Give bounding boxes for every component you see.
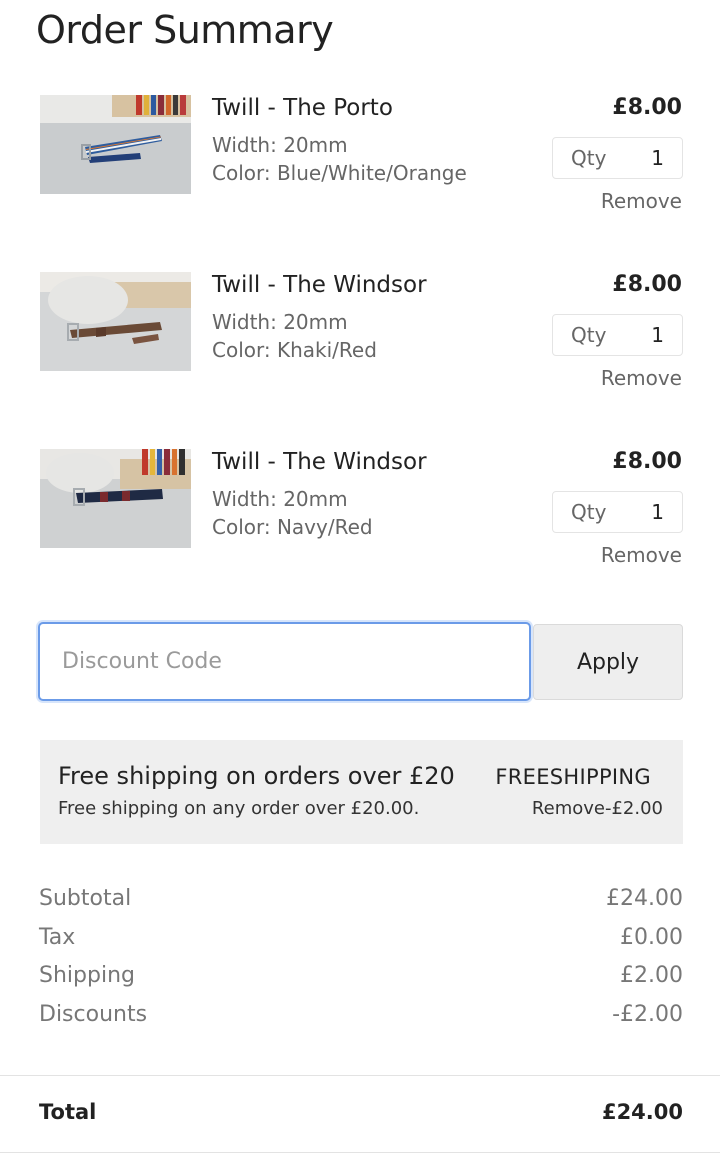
cart-item: Twill - The Windsor Width: 20mm Color: N… [0, 449, 720, 589]
tax-row: Tax £0.00 [39, 925, 683, 955]
shipping-value: £2.00 [620, 963, 683, 988]
applied-promotion: Free shipping on orders over £20 FREESHI… [40, 740, 683, 844]
promo-actions: Remove-£2.00 [532, 798, 663, 819]
item-price: £8.00 [612, 95, 682, 120]
divider [0, 1152, 720, 1153]
cart-item: Twill - The Windsor Width: 20mm Color: K… [0, 272, 720, 412]
qty-label: Qty [571, 500, 607, 524]
item-width: Width: 20mm [212, 133, 348, 157]
item-price: £8.00 [612, 449, 682, 474]
promo-code: FREESHIPPING [495, 765, 651, 789]
quantity-field[interactable]: Qty 1 [552, 314, 683, 356]
product-image [40, 95, 191, 194]
discounts-value: -£2.00 [612, 1002, 683, 1027]
shipping-row: Shipping £2.00 [39, 963, 683, 993]
tax-value: £0.00 [620, 925, 683, 950]
shipping-label: Shipping [39, 963, 135, 988]
item-color: Color: Blue/White/Orange [212, 161, 467, 185]
remove-item-link[interactable]: Remove [601, 189, 682, 213]
page-title: Order Summary [36, 8, 334, 52]
remove-promo-link[interactable]: Remove [532, 798, 605, 819]
item-name: Twill - The Windsor [212, 272, 427, 298]
qty-label: Qty [571, 323, 607, 347]
qty-label: Qty [571, 146, 607, 170]
discount-code-input[interactable] [38, 622, 531, 701]
item-width: Width: 20mm [212, 310, 348, 334]
total-row: Total £24.00 [39, 1100, 683, 1130]
quantity-field[interactable]: Qty 1 [552, 491, 683, 533]
total-label: Total [39, 1100, 97, 1124]
item-name: Twill - The Porto [212, 95, 393, 121]
item-price: £8.00 [612, 272, 682, 297]
quantity-field[interactable]: Qty 1 [552, 137, 683, 179]
item-color: Color: Navy/Red [212, 515, 373, 539]
apply-discount-button[interactable]: Apply [533, 624, 683, 700]
remove-item-link[interactable]: Remove [601, 366, 682, 390]
remove-item-link[interactable]: Remove [601, 543, 682, 567]
item-width: Width: 20mm [212, 487, 348, 511]
discount-form: Apply [38, 622, 683, 701]
subtotal-row: Subtotal £24.00 [39, 886, 683, 916]
promo-description: Free shipping on any order over £20.00. [58, 798, 420, 819]
qty-value[interactable]: 1 [651, 500, 664, 524]
product-image [40, 449, 191, 548]
tax-label: Tax [39, 925, 76, 950]
item-color: Color: Khaki/Red [212, 338, 377, 362]
divider [0, 1075, 720, 1076]
subtotal-value: £24.00 [606, 886, 683, 911]
discounts-row: Discounts -£2.00 [39, 1002, 683, 1032]
discounts-label: Discounts [39, 1002, 148, 1027]
qty-value[interactable]: 1 [651, 146, 664, 170]
promo-amount: -£2.00 [604, 798, 663, 819]
item-name: Twill - The Windsor [212, 449, 427, 475]
subtotal-label: Subtotal [39, 886, 132, 911]
total-value: £24.00 [601, 1100, 683, 1124]
qty-value[interactable]: 1 [651, 323, 664, 347]
promo-title: Free shipping on orders over £20 [58, 762, 455, 790]
product-image [40, 272, 191, 371]
cart-item: Twill - The Porto Width: 20mm Color: Blu… [0, 95, 720, 235]
